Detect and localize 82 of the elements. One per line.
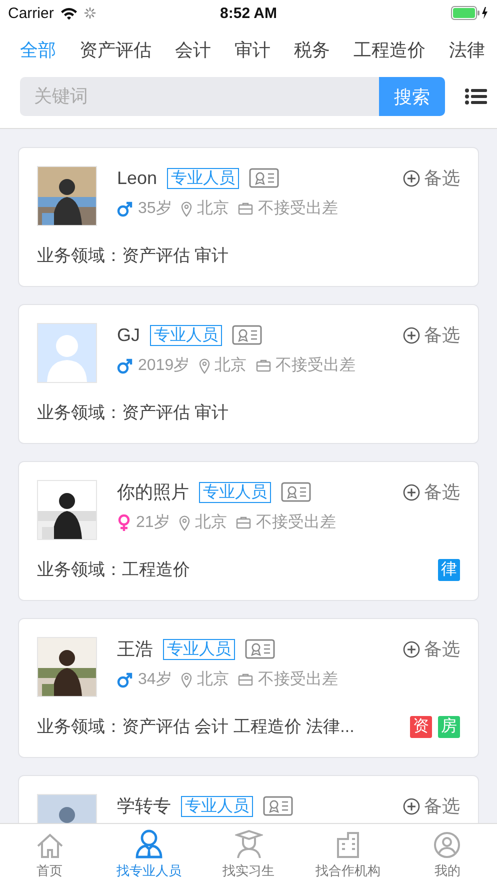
tab-bar-item[interactable]: 首页 [0, 824, 100, 883]
briefcase-icon [236, 516, 251, 529]
travel-label: 不接受出差 [276, 356, 356, 376]
certificate-icon [249, 168, 280, 188]
person-card[interactable]: 王浩 专业人员 34岁 北京 不接受出差 备选 业务领域：资产评估 会计 工程造价 法律... 资 房 [18, 618, 479, 758]
carrier-label: Carrier [8, 4, 54, 22]
location-pin-icon [198, 358, 210, 374]
person-card[interactable]: Leon 专业人员 35岁 北京 不接受出差 备选 业务领域：资产评估 审计 [18, 147, 479, 287]
tab-bar-item[interactable]: 找实习生 [198, 824, 298, 883]
qualification-badge: 房 [438, 716, 460, 738]
search-button[interactable]: 搜索 [379, 77, 445, 116]
briefcase-icon [238, 202, 253, 215]
travel-label: 不接受出差 [256, 512, 336, 533]
tab-bar-item[interactable]: 找合作机构 [298, 824, 398, 883]
briefcase-icon [238, 673, 253, 686]
plus-circle-icon [403, 326, 420, 344]
qualification-badge: 律 [438, 558, 460, 580]
role-tag: 专业人员 [181, 796, 253, 816]
city-label: 北京 [214, 356, 247, 376]
role-tag: 专业人员 [167, 168, 240, 188]
certificate-icon [245, 639, 275, 659]
location-pin-icon [180, 200, 192, 216]
default-avatar-icon [37, 323, 97, 383]
category-tab[interactable]: 工程造价 [354, 38, 426, 62]
business-fields: 业务领域：资产评估 审计 [37, 244, 460, 267]
person-name: Leon [117, 168, 158, 188]
category-tab[interactable]: 审计 [234, 38, 270, 62]
battery-icon [451, 6, 489, 20]
age-label: 35岁 [138, 199, 172, 219]
person-name: GJ [117, 324, 140, 346]
plus-circle-icon [403, 170, 420, 186]
travel-label: 不接受出差 [258, 198, 338, 219]
list-icon[interactable] [465, 88, 487, 105]
certificate-icon [232, 325, 262, 345]
city-label: 北京 [196, 198, 229, 219]
qualification-badge: 资 [410, 716, 432, 738]
category-tab[interactable]: 全部 [20, 38, 56, 62]
tab-bar-item[interactable]: 我的 [398, 824, 497, 883]
category-tab[interactable]: 法律 [449, 38, 485, 62]
person-card[interactable]: 学转专 专业人员 备选 [18, 775, 479, 823]
category-tab[interactable]: 税务 [294, 38, 330, 62]
business-fields: 业务领域：资产评估 会计 工程造价 法律... [37, 715, 404, 738]
location-pin-icon [178, 514, 190, 530]
shortlist-button[interactable]: 备选 [403, 637, 460, 661]
city-label: 北京 [194, 512, 227, 533]
person-card[interactable]: 你的照片 专业人员 21岁 北京 不接受出差 备选 业务领域：工程造价 律 [18, 461, 479, 601]
wifi-icon [60, 6, 78, 20]
age-label: 34岁 [138, 670, 172, 690]
plus-circle-icon [403, 640, 420, 658]
person-name: 学转专 [117, 795, 171, 818]
clock-time: 8:52 AM [220, 4, 277, 22]
category-tab[interactable]: 资产评估 [80, 38, 152, 62]
briefcase-icon [256, 359, 271, 372]
shortlist-button[interactable]: 备选 [403, 794, 460, 818]
tab-bar-item[interactable]: 找专业人员 [99, 824, 199, 883]
business-fields: 业务领域：资产评估 审计 [37, 401, 460, 424]
person-name: 你的照片 [117, 481, 189, 504]
role-tag: 专业人员 [150, 324, 222, 346]
graduate-icon [234, 829, 263, 859]
business-fields: 业务领域：工程造价 [37, 558, 432, 581]
shortlist-button[interactable]: 备选 [403, 166, 460, 190]
role-tag: 专业人员 [199, 482, 271, 502]
activity-icon [84, 7, 96, 19]
category-tab[interactable]: 会计 [175, 38, 211, 62]
person-card[interactable]: GJ 专业人员 2019岁 北京 不接受出差 备选 业务领域：资产评估 审计 [18, 304, 479, 444]
role-tag: 专业人员 [163, 638, 235, 660]
certificate-icon [281, 482, 311, 502]
certificate-icon [263, 796, 293, 816]
person-name: 王浩 [117, 638, 153, 661]
shortlist-button[interactable]: 备选 [403, 480, 460, 504]
age-label: 2019岁 [138, 356, 190, 376]
home-icon [36, 833, 64, 859]
plus-circle-icon [403, 484, 420, 500]
shortlist-button[interactable]: 备选 [403, 323, 460, 347]
travel-label: 不接受出差 [258, 670, 338, 690]
plus-circle-icon [403, 798, 420, 814]
profile-icon [433, 831, 462, 859]
location-pin-icon [180, 672, 192, 688]
search-field[interactable]: 关键词 [20, 77, 379, 116]
person-icon [135, 829, 164, 859]
city-label: 北京 [196, 670, 229, 690]
age-label: 21岁 [136, 513, 170, 533]
